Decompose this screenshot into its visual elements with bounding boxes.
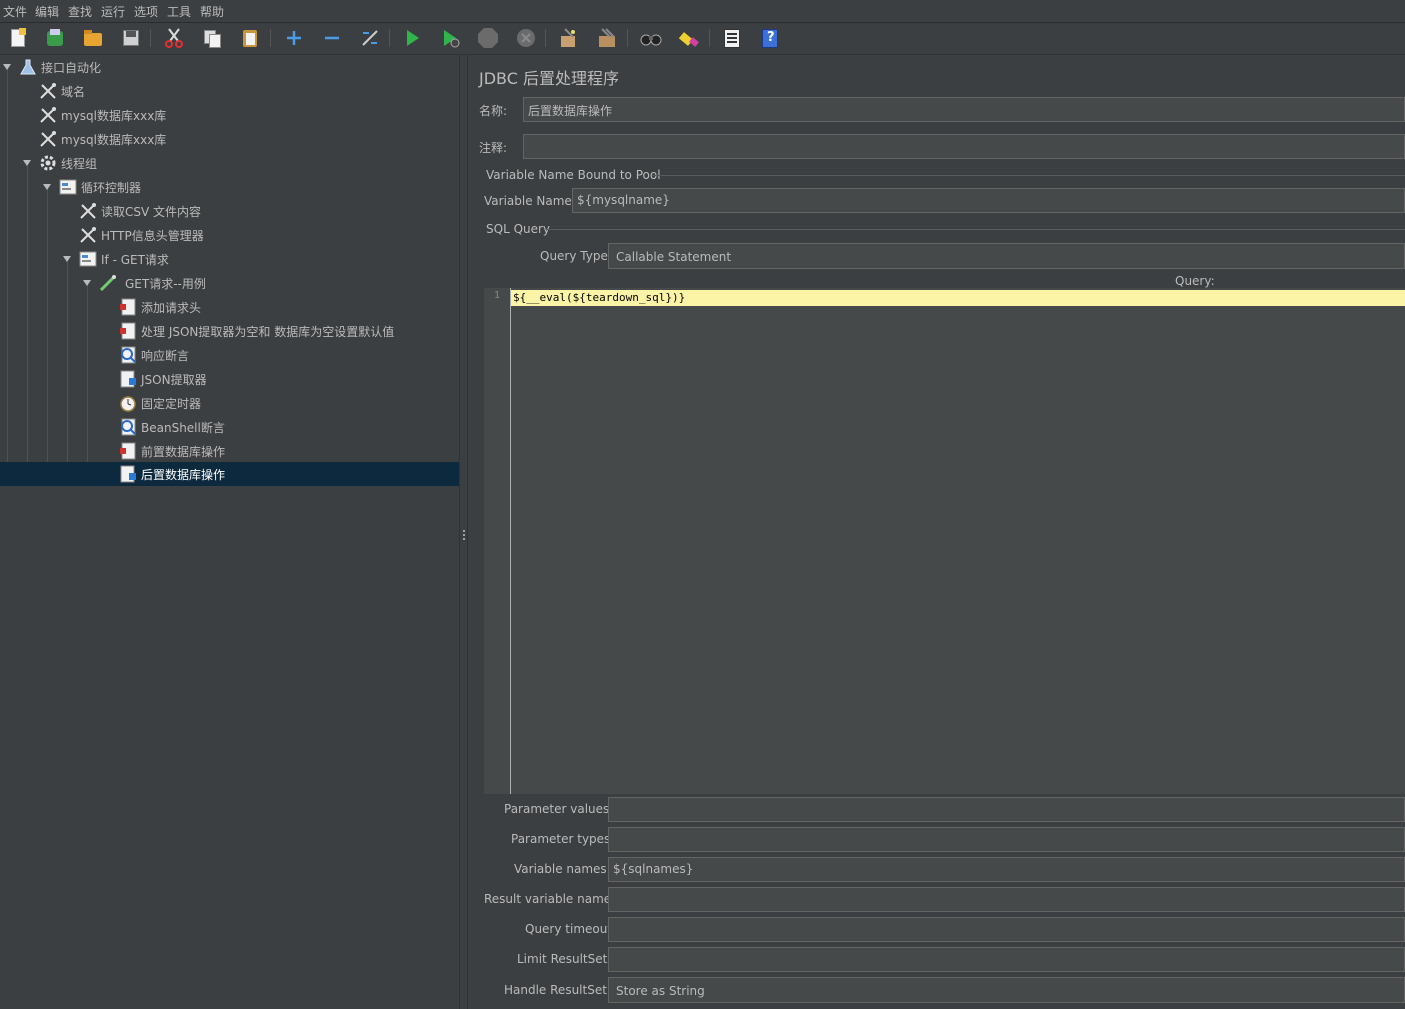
limit-resultset-label: Limit ResultSet: xyxy=(517,952,612,966)
tree-node-mysql-1[interactable]: mysql数据库xxx库 xyxy=(0,103,459,127)
parameter-types-field[interactable] xyxy=(608,827,1405,852)
config-element-icon xyxy=(79,202,97,220)
controller-icon xyxy=(59,178,77,196)
clear-icon[interactable] xyxy=(557,27,579,49)
tree-node-mysql-2[interactable]: mysql数据库xxx库 xyxy=(0,127,459,151)
sampler-icon xyxy=(99,274,117,292)
tree-node-add-header[interactable]: 添加请求头 xyxy=(0,295,459,319)
menu-options[interactable]: 选项 xyxy=(134,3,158,20)
assertion-icon xyxy=(119,418,137,436)
tree-node-json-extractor[interactable]: JSON提取器 xyxy=(0,367,459,391)
function-helper-icon[interactable] xyxy=(721,27,743,49)
query-timeout-label: Query timeout: xyxy=(525,922,617,936)
menu-help[interactable]: 帮助 xyxy=(200,3,224,20)
cut-icon[interactable] xyxy=(163,27,185,49)
tree-node-json-default[interactable]: 处理 JSON提取器为空和 数据库为空设置默认值 xyxy=(0,319,459,343)
expand-icon[interactable] xyxy=(283,27,305,49)
config-element-icon xyxy=(79,226,97,244)
postprocessor-icon xyxy=(119,370,137,388)
comment-field[interactable] xyxy=(523,134,1405,159)
result-variable-name-label: Result variable name: xyxy=(484,892,616,906)
split-pane-divider[interactable] xyxy=(459,55,468,1009)
paste-icon[interactable] xyxy=(239,27,261,49)
search-icon[interactable] xyxy=(640,27,662,49)
menu-bar: 文件 编辑 查找 运行 选项 工具 帮助 xyxy=(0,0,1405,23)
config-element-icon xyxy=(39,82,57,100)
tree-node-csv[interactable]: 读取CSV 文件内容 xyxy=(0,199,459,223)
start-no-pause-icon[interactable] xyxy=(439,27,461,49)
collapse-icon[interactable] xyxy=(321,27,343,49)
preprocessor-icon xyxy=(119,322,137,340)
menu-tools[interactable]: 工具 xyxy=(167,3,191,20)
tree-node-thread-group[interactable]: 线程组 xyxy=(0,151,459,175)
test-plan-tree[interactable]: 接口自动化 域名 mysql数据库xxx库 mysql数据库xxx库 线程组 循… xyxy=(0,55,459,1009)
tree-node-loop-controller[interactable]: 循环控制器 xyxy=(0,175,459,199)
menu-run[interactable]: 运行 xyxy=(101,3,125,20)
stop-icon[interactable] xyxy=(477,27,499,49)
handle-resultset-select[interactable]: Store as String xyxy=(608,977,1405,1003)
handle-resultset-label: Handle ResultSet: xyxy=(504,983,611,997)
tree-node-response-assertion[interactable]: 响应断言 xyxy=(0,343,459,367)
result-variable-name-field[interactable] xyxy=(608,887,1405,912)
new-icon[interactable] xyxy=(7,27,29,49)
preprocessor-icon xyxy=(119,298,137,316)
tree-node-constant-timer[interactable]: 固定定时器 xyxy=(0,391,459,415)
menu-edit[interactable]: 编辑 xyxy=(35,3,59,20)
page-title: JDBC 后置处理程序 xyxy=(479,69,619,88)
tree-node-get-request[interactable]: GET请求--用例 xyxy=(0,271,459,295)
variable-name-field[interactable]: ${mysqlname} xyxy=(572,188,1405,213)
menu-file[interactable]: 文件 xyxy=(3,3,27,20)
parameter-types-label: Parameter types: xyxy=(511,832,615,846)
pool-group-title: Variable Name Bound to Pool xyxy=(486,168,661,182)
toggle-icon[interactable] xyxy=(359,27,381,49)
tree-node-beanshell-assertion[interactable]: BeanShell断言 xyxy=(0,415,459,439)
config-element-icon xyxy=(39,106,57,124)
tree-node-http-header[interactable]: HTTP信息头管理器 xyxy=(0,223,459,247)
preprocessor-icon xyxy=(119,442,137,460)
postprocessor-icon xyxy=(119,465,137,483)
line-number-gutter: 1 xyxy=(484,288,511,794)
query-editor[interactable]: 1 ${__eval(${teardown_sql})} xyxy=(484,288,1405,794)
sql-query-group-title: SQL Query xyxy=(486,222,551,236)
variable-name-label: Variable Name: xyxy=(484,194,576,208)
clear-all-icon[interactable] xyxy=(596,27,618,49)
query-timeout-field[interactable] xyxy=(608,917,1405,942)
tree-node-post-db[interactable]: 后置数据库操作 xyxy=(0,462,459,486)
name-label: 名称: xyxy=(479,104,508,118)
variable-names-label: Variable names: xyxy=(514,862,611,876)
name-field[interactable]: 后置数据库操作 xyxy=(523,97,1405,122)
assertion-icon xyxy=(119,346,137,364)
variable-names-field[interactable]: ${sqlnames} xyxy=(608,857,1405,882)
config-element-icon xyxy=(39,130,57,148)
controller-icon xyxy=(79,250,97,268)
jdbc-postprocessor-panel: JDBC 后置处理程序 名称: 后置数据库操作 注释: Variable Nam… xyxy=(468,55,1405,1009)
comment-label: 注释: xyxy=(479,141,508,155)
thread-group-icon xyxy=(39,154,57,172)
query-type-label: Query Type: xyxy=(540,249,612,263)
parameter-values-label: Parameter values: xyxy=(504,802,614,816)
reset-search-icon[interactable] xyxy=(678,27,700,49)
copy-icon[interactable] xyxy=(201,27,223,49)
limit-resultset-field[interactable] xyxy=(608,947,1405,972)
start-icon[interactable] xyxy=(401,27,423,49)
query-type-select[interactable]: Callable Statement xyxy=(608,243,1405,269)
tree-node-pre-db[interactable]: 前置数据库操作 xyxy=(0,439,459,463)
query-label: Query: xyxy=(1175,274,1215,288)
toolbar: ? xyxy=(0,23,1405,55)
save-icon[interactable] xyxy=(120,27,142,49)
parameter-values-field[interactable] xyxy=(608,797,1405,822)
query-code[interactable]: ${__eval(${teardown_sql})} xyxy=(513,290,685,306)
shutdown-icon[interactable] xyxy=(515,27,537,49)
open-icon[interactable] xyxy=(82,27,104,49)
help-icon[interactable]: ? xyxy=(759,27,781,49)
tree-node-if-controller[interactable]: If - GET请求 xyxy=(0,247,459,271)
menu-search[interactable]: 查找 xyxy=(68,3,92,20)
tree-node-domain[interactable]: 域名 xyxy=(0,79,459,103)
timer-icon xyxy=(119,394,137,412)
tree-node-test-plan[interactable]: 接口自动化 xyxy=(0,55,459,79)
test-plan-icon xyxy=(19,58,37,76)
line-number: 1 xyxy=(493,290,500,301)
templates-icon[interactable] xyxy=(44,27,66,49)
